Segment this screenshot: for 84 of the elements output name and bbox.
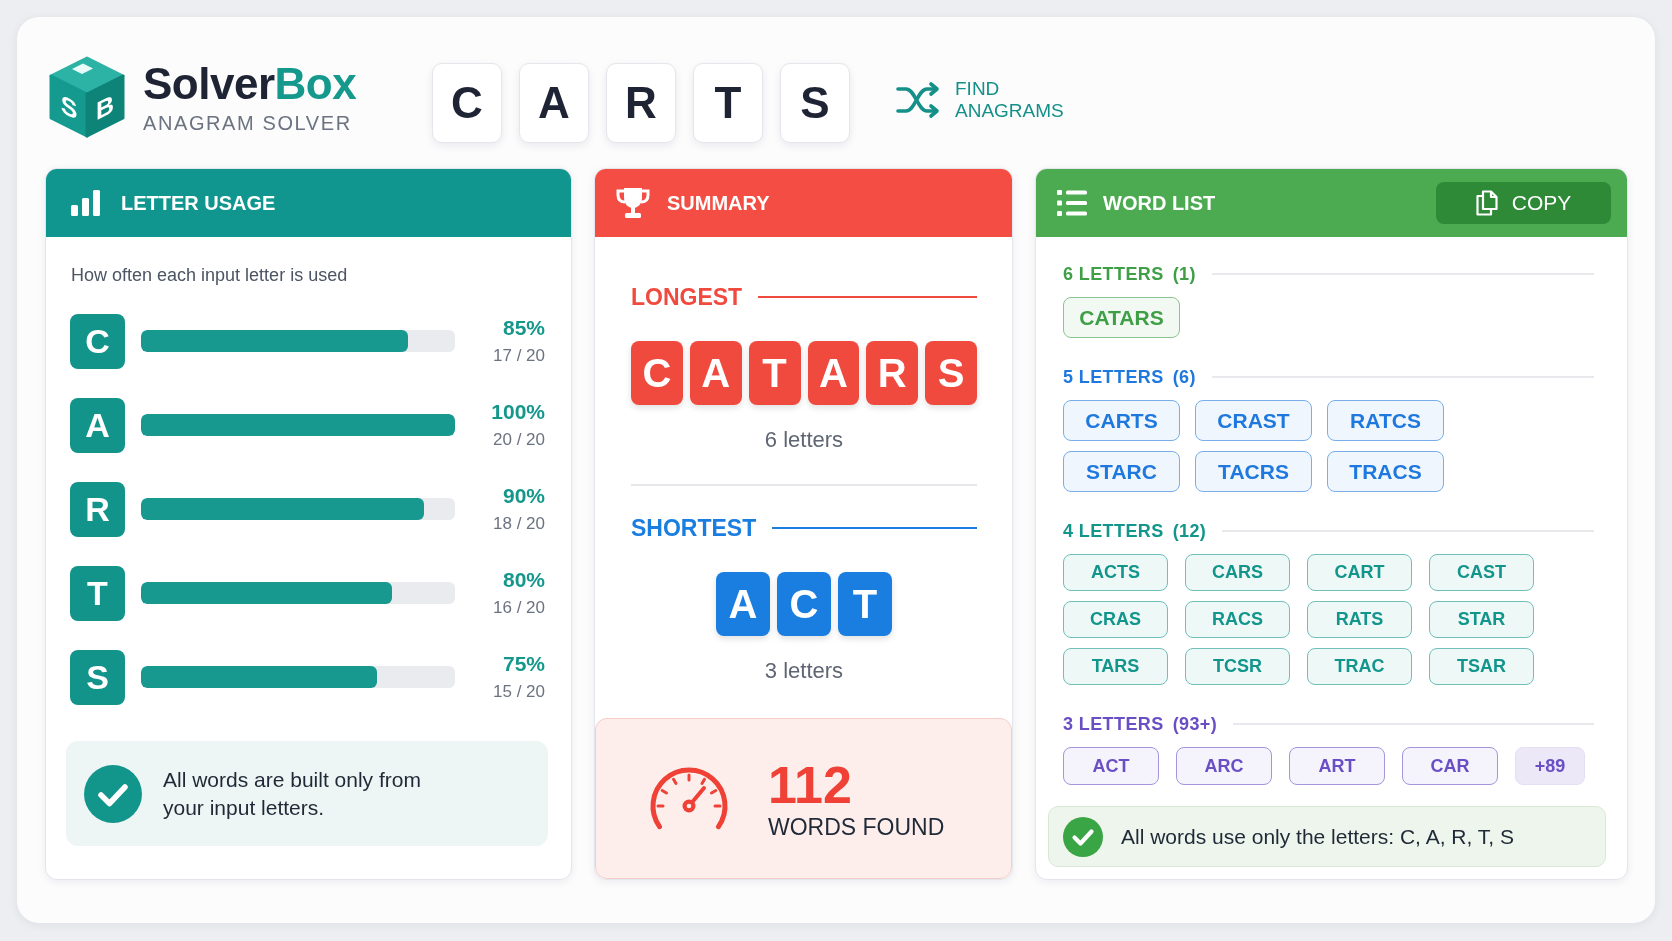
word-chip[interactable]: STAR xyxy=(1429,601,1534,638)
usage-percent: 100% xyxy=(491,399,545,425)
brand-name: SolverBox xyxy=(143,58,357,109)
section-heading: SHORTEST xyxy=(631,514,757,542)
word-chip[interactable]: TRAC xyxy=(1307,648,1412,685)
usage-count: 20 / 20 xyxy=(493,429,545,451)
word-tile: T xyxy=(838,572,892,636)
note-text: All words use only the letters: C, A, R, T, S xyxy=(1121,824,1514,849)
words-found-label: WORDS FOUND xyxy=(768,812,945,841)
words-found-count: 112 xyxy=(768,756,853,813)
word-chip[interactable]: CARTS xyxy=(1063,400,1180,441)
word-chip[interactable]: ACT xyxy=(1063,747,1159,785)
word-chip[interactable]: TSAR xyxy=(1429,648,1534,685)
word-chip[interactable]: ARC xyxy=(1176,747,1272,785)
group-count: (1) xyxy=(1172,263,1196,285)
word-chip[interactable]: RACS xyxy=(1185,601,1290,638)
usage-count: 16 / 20 xyxy=(493,597,545,619)
usage-percent: 75% xyxy=(502,651,545,677)
group-label: 5 LETTERS xyxy=(1063,366,1164,388)
letter-tile: T xyxy=(70,565,125,621)
list-icon xyxy=(1057,190,1087,216)
panel-title: SUMMARY xyxy=(667,191,770,215)
letter-tile: A xyxy=(70,397,125,453)
panel-title: WORD LIST xyxy=(1103,191,1216,215)
copy-icon xyxy=(1475,190,1498,216)
word-chip[interactable]: TARS xyxy=(1063,648,1168,685)
word-tile: A xyxy=(689,341,742,405)
word-chip[interactable]: ACTS xyxy=(1063,554,1168,591)
word-chip[interactable]: TACRS xyxy=(1195,451,1312,492)
section-heading: LONGEST xyxy=(631,283,743,311)
word-chip[interactable]: CRAS xyxy=(1063,601,1168,638)
word-tile: A xyxy=(716,572,770,636)
letter-tile: S xyxy=(70,649,125,705)
shuffle-icon xyxy=(896,80,940,119)
usage-percent: 90% xyxy=(502,483,545,509)
word-tile: R xyxy=(866,341,919,405)
usage-count: 18 / 20 xyxy=(493,513,545,535)
usage-percent: 80% xyxy=(502,567,545,593)
letter-count-caption: 3 letters xyxy=(763,657,845,685)
word-chip[interactable]: STARC xyxy=(1063,451,1180,492)
letter-tile: R xyxy=(606,62,676,143)
letter-tile: C xyxy=(432,62,502,143)
word-tile: C xyxy=(777,572,831,636)
group-label: 6 LETTERS xyxy=(1063,263,1164,285)
check-circle-icon xyxy=(84,764,142,823)
letter-count-caption: 6 letters xyxy=(763,426,845,454)
brand-tagline: ANAGRAM SOLVER xyxy=(143,110,353,135)
word-chip[interactable]: RATCS xyxy=(1327,400,1444,441)
word-chip[interactable]: CATARS xyxy=(1063,297,1180,338)
letter-tile: T xyxy=(693,62,763,143)
usage-count: 17 / 20 xyxy=(493,345,545,367)
word-tile: T xyxy=(748,341,801,405)
word-chip[interactable]: CARS xyxy=(1185,554,1290,591)
word-chip[interactable]: CAR xyxy=(1402,747,1498,785)
usage-percent: 85% xyxy=(502,315,545,341)
copy-button[interactable]: COPY xyxy=(1436,182,1611,224)
group-label: 3 LETTERS xyxy=(1063,713,1164,735)
word-chip[interactable]: CAST xyxy=(1429,554,1534,591)
letter-tile: S xyxy=(780,62,850,143)
word-chip[interactable]: RATS xyxy=(1307,601,1412,638)
word-chip[interactable]: CART xyxy=(1307,554,1412,591)
find-anagrams-button[interactable]: FIND ANAGRAMS xyxy=(896,77,1064,122)
group-label: 4 LETTERS xyxy=(1063,520,1164,542)
group-count: (6) xyxy=(1172,366,1196,388)
word-chip[interactable]: CRAST xyxy=(1195,400,1312,441)
check-circle-icon xyxy=(1063,816,1103,857)
note-text: All words are built only from your input letters. xyxy=(163,766,422,821)
word-tile: C xyxy=(631,341,683,405)
word-tile: A xyxy=(807,341,860,405)
usage-subtitle: How often each input letter is used xyxy=(71,264,349,286)
group-count: (12) xyxy=(1172,520,1207,542)
letter-tile: C xyxy=(70,313,125,369)
word-tile: S xyxy=(925,341,977,405)
usage-count: 15 / 20 xyxy=(493,681,545,703)
panel-title: LETTER USAGE xyxy=(121,191,276,215)
word-chip[interactable]: TCSR xyxy=(1185,648,1290,685)
bar-chart-icon xyxy=(71,190,101,216)
group-count: (93+) xyxy=(1172,713,1218,735)
letter-tile: A xyxy=(519,62,589,143)
word-chip[interactable]: TRACS xyxy=(1327,451,1444,492)
letter-tile: R xyxy=(70,481,125,537)
trophy-icon xyxy=(615,186,651,220)
more-words-chip[interactable]: +89 xyxy=(1515,747,1585,785)
word-chip[interactable]: ART xyxy=(1289,747,1385,785)
